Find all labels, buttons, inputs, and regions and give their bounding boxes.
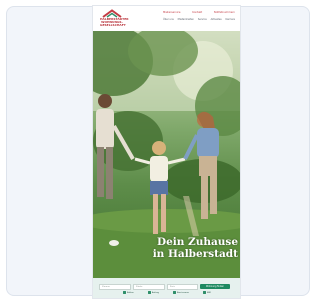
find-apartment-button-label: Wohnung finden	[206, 285, 224, 288]
price-field-label: Preis	[170, 285, 175, 288]
website-preview: HALBERSTÄDTER WOHNUNGS- GESELLSCHAFT Mie…	[93, 6, 240, 298]
top-link-notfallnummern[interactable]: Notfallnummern	[214, 11, 235, 14]
nav-item-aktuelles[interactable]: Aktuelles	[211, 18, 222, 21]
hero-title: Dein Zuhause in Halberstadt	[133, 236, 238, 260]
checkbox-icon	[123, 291, 126, 294]
checkbox-icon	[148, 291, 151, 294]
checkbox-icon	[203, 291, 206, 294]
hero-title-line-1: Dein Zuhause	[156, 236, 238, 248]
area-field-label: Fläche	[136, 285, 143, 288]
area-field[interactable]: Fläche	[133, 284, 165, 290]
find-apartment-button[interactable]: Wohnung finden	[200, 284, 230, 289]
company-logo[interactable]: HALBERSTÄDTER WOHNUNGS- GESELLSCHAFT	[100, 9, 129, 29]
check-label: Aufzug	[152, 292, 159, 294]
logo-text: HALBERSTÄDTER WOHNUNGS- GESELLSCHAFT	[100, 17, 129, 28]
top-link-mieterservice[interactable]: Mieterservice	[163, 11, 181, 14]
nav-item-ueber-uns[interactable]: Über uns	[163, 18, 174, 21]
check-aufzug[interactable]: Aufzug	[148, 291, 159, 294]
top-links: Mieterservice Kontakt Notfallnummern	[163, 11, 235, 14]
check-ebk[interactable]: EBK	[203, 291, 211, 294]
check-label: Balkon	[127, 292, 134, 294]
hero-title-line-2: in Halberstadt	[152, 248, 238, 260]
check-label: EBK	[207, 292, 211, 294]
rooms-field[interactable]: Zimmer	[99, 284, 131, 290]
nav-item-mieteinheiten[interactable]: Mieteinheiten	[178, 18, 194, 21]
apartment-search-bar: Zimmer Fläche Preis Wohnung finden Balko…	[93, 278, 240, 298]
site-header: HALBERSTÄDTER WOHNUNGS- GESELLSCHAFT Mie…	[93, 6, 240, 31]
check-balkon[interactable]: Balkon	[123, 291, 134, 294]
check-label: Barrierearm	[177, 292, 189, 294]
nav-item-karriere[interactable]: Karriere	[226, 18, 235, 21]
top-link-kontakt[interactable]: Kontakt	[192, 11, 202, 14]
hero-section: Dein Zuhause in Halberstadt	[93, 31, 240, 278]
nav-item-service[interactable]: Service	[198, 18, 207, 21]
rooms-field-label: Zimmer	[102, 285, 110, 288]
check-barrierearm[interactable]: Barrierearm	[173, 291, 189, 294]
price-field[interactable]: Preis	[167, 284, 198, 290]
main-nav: Über uns Mieteinheiten Service Aktuelles…	[163, 18, 235, 21]
checkbox-icon	[173, 291, 176, 294]
